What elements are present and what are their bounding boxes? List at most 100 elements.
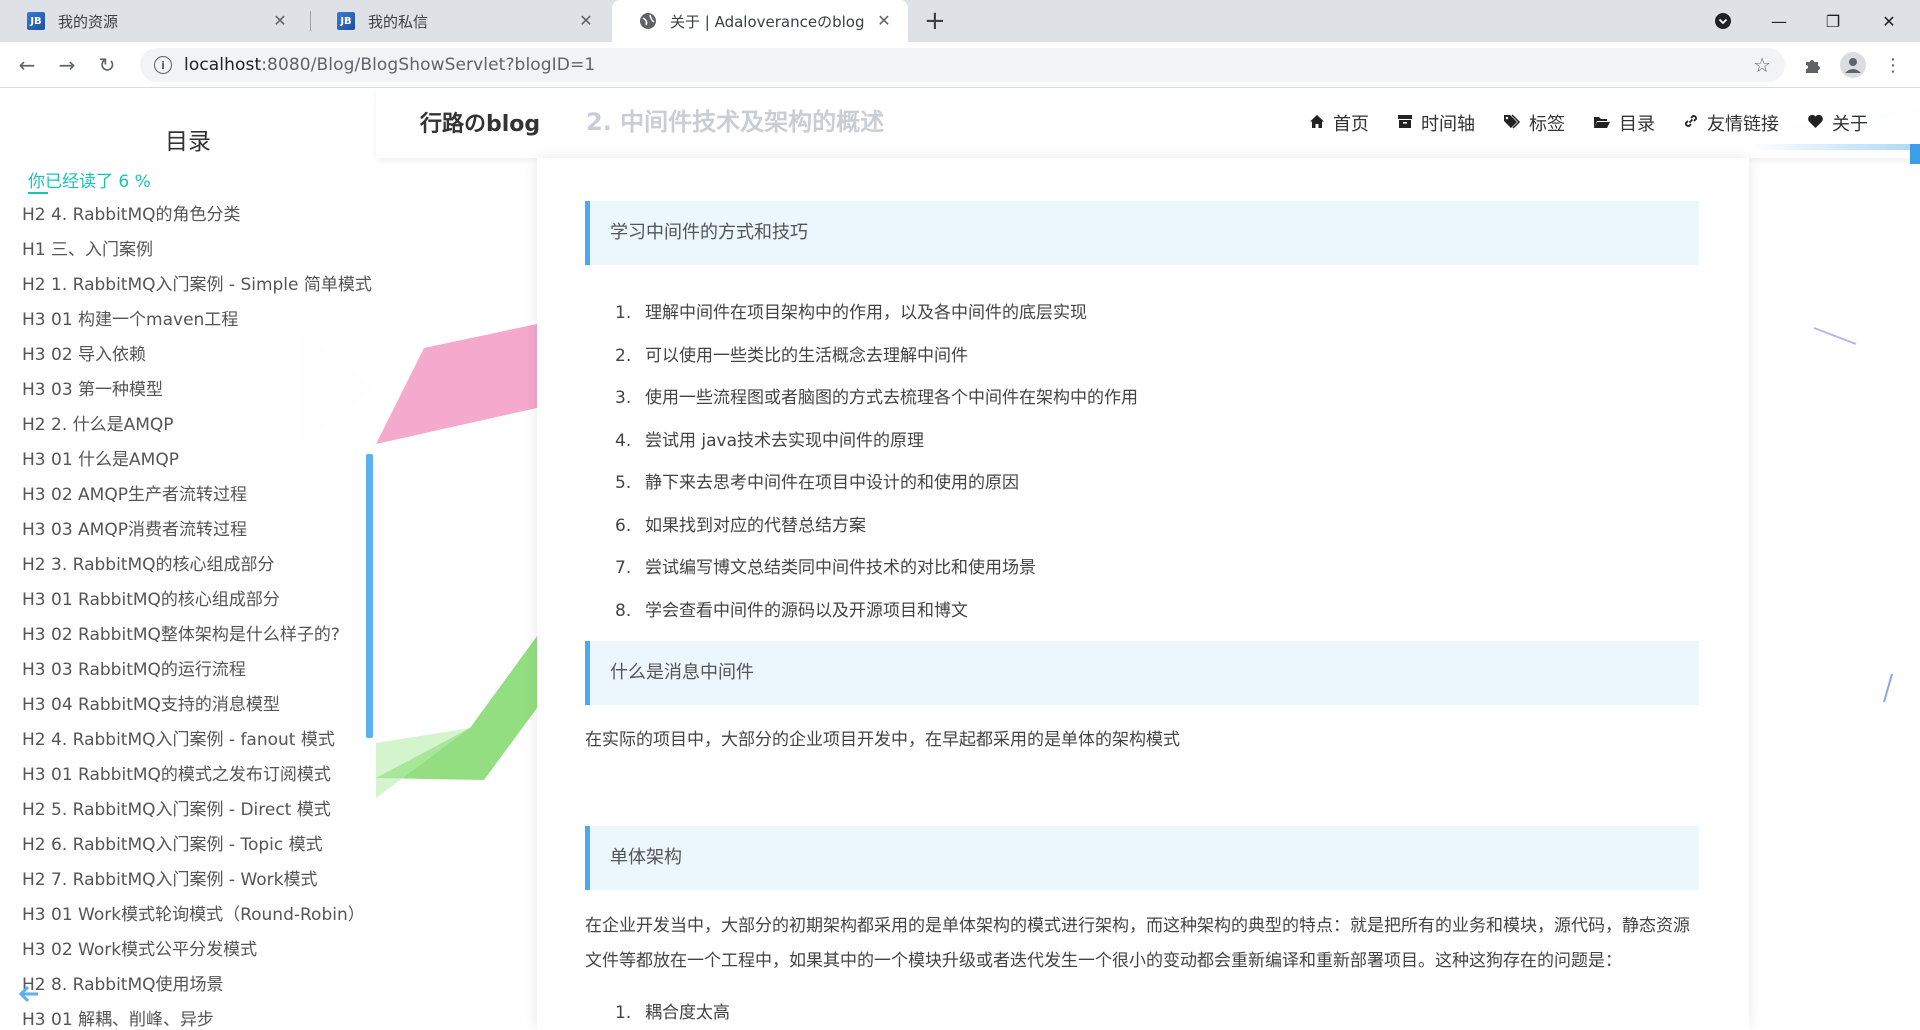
nav-tags[interactable]: 标签 [1503, 110, 1565, 136]
nav-label: 友情链接 [1707, 114, 1779, 135]
nav-catalog[interactable]: 目录 [1593, 110, 1655, 136]
nav-about[interactable]: 关于 [1807, 110, 1868, 136]
browser-tab[interactable]: JB 我的资源 ✕ [0, 0, 304, 42]
toc-item[interactable]: H3 01 RabbitMQ的核心组成部分 [22, 583, 372, 618]
list-item: 1. 耦合度太高 [615, 1003, 730, 1023]
link-icon [1683, 113, 1699, 133]
toc-item[interactable]: H3 04 RabbitMQ支持的消息模型 [22, 688, 372, 723]
list-item: 4. 尝试用 java技术去实现中间件的原理 [615, 430, 925, 451]
list-item: 8. 学会查看中间件的源码以及开源项目和博文 [615, 600, 968, 621]
browser-tab-active[interactable]: 关于 | Adaloveranceのblog ✕ [612, 0, 908, 42]
back-arrow-icon[interactable]: ← [12, 50, 42, 80]
reload-icon[interactable]: ↻ [92, 50, 122, 80]
new-tab-icon[interactable]: + [924, 6, 946, 36]
list-item-text: 学会查看中间件的源码以及开源项目和博文 [645, 600, 968, 621]
header-accent-block [1910, 144, 1920, 164]
address-bar[interactable]: i localhost:8080/Blog/BlogShowServlet?bl… [140, 48, 1785, 82]
close-tab-icon[interactable]: ✕ [576, 11, 596, 30]
section-heading: 什么是消息中间件 [585, 641, 1699, 705]
list-item: 3. 使用一些流程图或者脑图的方式去梳理各个中间件在架构中的作用 [615, 388, 1138, 408]
nav-label: 时间轴 [1421, 114, 1475, 135]
home-icon [1309, 114, 1325, 133]
url-path: :8080/Blog/BlogShowServlet?blogID=1 [261, 55, 596, 75]
nav-home[interactable]: 首页 [1309, 110, 1369, 136]
site-header: 行路のblog 2. 中间件技术及架构的概述 首页 时间轴 标签 目录 友情链接… [376, 88, 1920, 164]
list-item-text: 静下来去思考中间件在项目中设计的和使用的原因 [645, 473, 1019, 493]
bookmark-star-icon[interactable]: ☆ [1753, 53, 1771, 77]
toc-item[interactable]: H3 01 解耦、削峰、异步 [22, 1003, 372, 1030]
toc-item[interactable]: H2 5. RabbitMQ入门案例 - Direct 模式 [22, 793, 372, 828]
toc-item[interactable]: H3 03 RabbitMQ的运行流程 [22, 653, 372, 688]
restore-icon[interactable]: ❐ [1810, 0, 1856, 42]
toc-item[interactable]: H2 8. RabbitMQ使用场景 [22, 968, 372, 1003]
list-item-text: 如果找到对应的代替总结方案 [645, 515, 866, 536]
arrow-left-icon[interactable] [18, 984, 40, 1010]
list-item-text: 理解中间件在项目架构中的作用，以及各中间件的底层实现 [645, 303, 1087, 323]
tags-icon [1503, 113, 1521, 133]
tab-title: 关于 | Adaloveranceのblog [670, 12, 865, 31]
toc-item[interactable]: H3 01 构建一个maven工程 [22, 303, 372, 338]
tab-search-icon[interactable] [1700, 0, 1746, 42]
site-info-icon[interactable]: i [154, 56, 172, 74]
toc-item[interactable]: H3 01 RabbitMQ的模式之发布订阅模式 [22, 758, 372, 793]
section-heading: 学习中间件的方式和技巧 [585, 201, 1699, 265]
nav-timeline[interactable]: 时间轴 [1397, 110, 1475, 136]
toc-item[interactable]: H2 1. RabbitMQ入门案例 - Simple 简单模式 [22, 268, 372, 303]
jetbrains-favicon-icon: JB [336, 11, 356, 31]
archive-icon [1397, 114, 1413, 133]
toc-item[interactable]: H3 02 Work模式公平分发模式 [22, 933, 372, 968]
close-tab-icon[interactable]: ✕ [270, 11, 290, 30]
close-tab-icon[interactable]: ✕ [874, 11, 894, 30]
close-window-icon[interactable]: ✕ [1866, 0, 1912, 42]
nav-label: 目录 [1619, 114, 1655, 135]
toc-item[interactable]: H3 01 Work模式轮询模式（Round-Robin） [22, 898, 372, 933]
section-heading: 单体架构 [585, 826, 1699, 890]
list-item: 5. 静下来去思考中间件在项目中设计的和使用的原因 [615, 473, 1019, 493]
header-accent-bar [1750, 144, 1920, 150]
list-item: 7. 尝试编写博文总结类同中间件技术的对比和使用场景 [615, 558, 1036, 578]
list-item-text: 使用一些流程图或者脑图的方式去梳理各个中间件在架构中的作用 [645, 388, 1138, 408]
faded-article-heading: 2. 中间件技术及架构的概述 [586, 108, 885, 136]
heart-icon [1807, 114, 1824, 133]
browser-menu-icon[interactable]: ⋮ [1880, 52, 1906, 78]
globe-favicon-icon [638, 11, 658, 31]
toc-item[interactable]: H3 02 AMQP生产者流转过程 [22, 478, 372, 513]
nav-friend-links[interactable]: 友情链接 [1683, 110, 1779, 136]
main-nav: 首页 时间轴 标签 目录 友情链接 关于 [1309, 110, 1868, 136]
web-page: 目录 你已经读了 6 % H2 4. RabbitMQ的角色分类 H1 三、入门… [0, 88, 1920, 1030]
toc-item[interactable]: H2 6. RabbitMQ入门案例 - Topic 模式 [22, 828, 372, 863]
tab-title: 我的私信 [368, 12, 429, 31]
toc-item[interactable]: H3 02 RabbitMQ整体架构是什么样子的? [22, 618, 372, 653]
toc-item[interactable]: H3 02 导入依赖 [22, 338, 372, 373]
toc-item[interactable]: H2 2. 什么是AMQP [22, 408, 372, 443]
toc-item[interactable]: H2 7. RabbitMQ入门案例 - Work模式 [22, 863, 372, 898]
article-card: 学习中间件的方式和技巧 1. 理解中间件在项目架构中的作用，以及各中间件的底层实现… [537, 158, 1749, 1030]
toc-sidebar: 目录 你已经读了 6 % H2 4. RabbitMQ的角色分类 H1 三、入门… [0, 88, 376, 1030]
profile-avatar-icon[interactable] [1840, 52, 1866, 78]
forward-arrow-icon[interactable]: → [52, 50, 82, 80]
toc-item[interactable]: H2 4. RabbitMQ入门案例 - fanout 模式 [22, 723, 372, 758]
toc-item[interactable]: H2 4. RabbitMQ的角色分类 [22, 198, 372, 233]
nav-label: 关于 [1832, 114, 1868, 135]
reading-progress-underline [28, 192, 48, 194]
toc-item[interactable]: H3 03 AMQP消费者流转过程 [22, 513, 372, 548]
minimize-icon[interactable]: — [1756, 0, 1802, 42]
list-item-text: 尝试编写博文总结类同中间件技术的对比和使用场景 [645, 558, 1036, 578]
list-item: 6. 如果找到对应的代替总结方案 [615, 515, 866, 536]
toc-item[interactable]: H3 01 什么是AMQP [22, 443, 372, 478]
toc-item[interactable]: H2 3. RabbitMQ的核心组成部分 [22, 548, 372, 583]
site-logo[interactable]: 行路のblog [420, 106, 540, 138]
toc-scrollbar[interactable] [366, 454, 373, 738]
extensions-puzzle-icon[interactable] [1800, 52, 1826, 78]
toc-item[interactable]: H1 三、入门案例 [22, 233, 372, 268]
list-item-text: 可以使用一些类比的生活概念去理解中间件 [645, 345, 968, 366]
ordered-list: 1. 耦合度太高 [615, 992, 730, 1030]
browser-toolbar: ← → ↻ i localhost:8080/Blog/BlogShowServ… [0, 42, 1920, 88]
list-item: 1. 理解中间件在项目架构中的作用，以及各中间件的底层实现 [615, 303, 1087, 323]
folder-open-icon [1593, 114, 1611, 133]
url-host: localhost [184, 55, 262, 75]
browser-tab[interactable]: JB 我的私信 ✕ [310, 0, 610, 42]
toc-item[interactable]: H3 03 第一种模型 [22, 373, 372, 408]
nav-label: 首页 [1333, 114, 1369, 135]
toc-list: H2 4. RabbitMQ的角色分类 H1 三、入门案例 H2 1. Rabb… [22, 198, 372, 1030]
